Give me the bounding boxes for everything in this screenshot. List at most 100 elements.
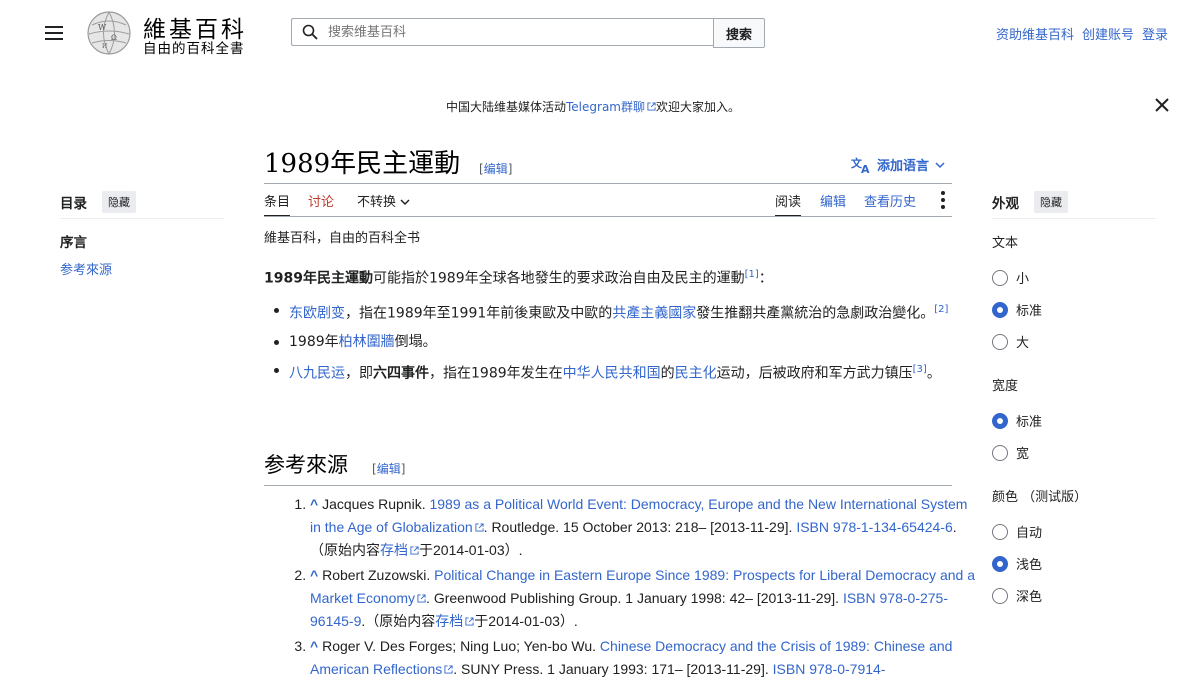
citation-link[interactable]: [2] (934, 304, 948, 315)
ref-author: Roger V. Des Forges; Ning Luo; Yen-bo Wu… (322, 638, 600, 654)
radio-circle[interactable] (992, 587, 1008, 604)
citation-link[interactable]: [3] (913, 364, 927, 375)
reference-item: ^ Jacques Rupnik. 1989 as a Political Wo… (310, 493, 980, 562)
radio-circle-selected[interactable] (992, 412, 1008, 429)
radio-label: 大 (1016, 336, 1030, 351)
radio-width-standard[interactable]: 标准 (992, 411, 1042, 430)
link-89-movement[interactable]: 八九民运 (289, 365, 345, 381)
backlink-caret[interactable]: ^ (310, 638, 318, 654)
title-divider (264, 183, 952, 184)
list-item: 1989年柏林圍牆倒塌。 (270, 330, 954, 354)
references-divider (264, 485, 952, 486)
radio-circle-selected[interactable] (992, 301, 1008, 318)
reference-item: ^ Roger V. Des Forges; Ning Luo; Yen-bo … (310, 635, 980, 681)
item-text: 。 (926, 365, 941, 382)
toc-item-references[interactable]: 参考來源 (60, 259, 112, 278)
close-notice-icon[interactable] (1152, 95, 1172, 115)
citation-link[interactable]: [1] (745, 269, 759, 280)
tab-variant[interactable]: 不转换 (357, 191, 410, 210)
edit-link[interactable]: 编辑 (377, 462, 401, 476)
svg-text:W: W (98, 23, 107, 32)
notice-text: 中国大陆维基媒体活动 (445, 100, 566, 114)
search-input[interactable] (326, 23, 690, 41)
item-text: 倒塌。 (394, 333, 437, 350)
tab-edit[interactable]: 编辑 (820, 191, 846, 210)
ref-archive-date: 于2014-01-03）. (474, 613, 578, 629)
archive-link[interactable]: 存档 (380, 542, 408, 558)
radio-circle[interactable] (992, 333, 1008, 350)
external-link-icon (465, 617, 474, 626)
references-list: ^ Jacques Rupnik. 1989 as a Political Wo… (282, 493, 980, 683)
link-berlin-wall[interactable]: 柏林圍牆 (339, 334, 395, 350)
variant-label: 不转换 (357, 195, 397, 210)
item-text: 的 (660, 365, 675, 382)
link-east-europe[interactable]: 东欧剧变 (289, 306, 345, 322)
reference-item: ^ Robert Zuzowski. Political Change in E… (310, 564, 980, 633)
edit-link[interactable]: 编辑 (484, 162, 508, 176)
item-text: ，指在1989年发生在 (429, 365, 563, 382)
item-text: 1989年 (289, 333, 339, 350)
backlink-caret[interactable]: ^ (310, 496, 318, 512)
donate-link[interactable]: 资助维基百科 (996, 24, 1074, 43)
radio-label: 宽 (1016, 447, 1030, 462)
external-link-icon (444, 665, 453, 674)
radio-color-auto[interactable]: 自动 (992, 522, 1042, 541)
chevron-down-icon (400, 199, 410, 206)
external-link-icon (475, 523, 484, 532)
search-field[interactable] (291, 18, 713, 46)
wikipedia-globe-logo[interactable]: W Ω И (84, 10, 134, 56)
radio-width-wide[interactable]: 宽 (992, 443, 1029, 462)
radio-circle[interactable] (992, 444, 1008, 461)
tabs-divider (264, 216, 952, 217)
tab-history[interactable]: 查看历史 (864, 191, 916, 210)
radio-circle[interactable] (992, 523, 1008, 540)
login-link[interactable]: 登录 (1142, 24, 1168, 43)
toc-hide-button[interactable]: 隐藏 (102, 191, 136, 213)
radio-circle[interactable] (992, 269, 1008, 286)
archive-link[interactable]: 存档 (435, 613, 463, 629)
references-edit-link[interactable]: [编辑] (372, 460, 405, 477)
link-communist-states[interactable]: 共產主義國家 (612, 306, 696, 322)
radio-label: 自动 (1016, 526, 1043, 541)
radio-text-large[interactable]: 大 (992, 332, 1029, 351)
wikipedia-tagline: 自由的百科全書 (143, 41, 245, 57)
toc-item-intro[interactable]: 序言 (60, 231, 87, 251)
appearance-title: 外观 (992, 196, 1019, 212)
ref-archive-text: .（原始内容 (361, 613, 436, 629)
ref-author: Jacques Rupnik. (322, 496, 430, 512)
add-languages-label: 添加语言 (877, 159, 930, 174)
text-size-label: 文本 (992, 236, 1019, 251)
search-button[interactable]: 搜索 (713, 18, 765, 48)
tab-read[interactable]: 阅读 (775, 191, 802, 217)
link-democratization[interactable]: 民主化 (675, 365, 717, 381)
notice-telegram-link[interactable]: Telegram群聊 (566, 100, 645, 114)
link-prc[interactable]: 中华人民共和国 (563, 365, 661, 381)
item-text: 發生推翻共產黨統治的急劇政治變化。 (696, 305, 935, 322)
references-heading: 参考來源 (264, 453, 348, 477)
create-account-link[interactable]: 创建账号 (1082, 24, 1134, 43)
radio-circle-selected[interactable] (992, 555, 1008, 572)
title-edit-link[interactable]: [编辑] (479, 160, 512, 177)
radio-text-standard[interactable]: 标准 (992, 300, 1042, 319)
radio-color-light[interactable]: 浅色 (992, 554, 1042, 573)
appearance-hide-button[interactable]: 隐藏 (1034, 191, 1068, 213)
color-label: 颜色 （测试版） (992, 490, 1088, 505)
backlink-caret[interactable]: ^ (310, 567, 318, 583)
radio-label: 标准 (1016, 415, 1043, 430)
radio-text-small[interactable]: 小 (992, 268, 1029, 287)
tab-article[interactable]: 条目 (264, 191, 291, 217)
lead-paragraph: 1989年民主運動可能指於1989年全球各地發生的要求政治自由及民主的運動[1]… (264, 264, 954, 290)
item-text: ，即 (345, 365, 373, 382)
width-label: 宽度 (992, 379, 1019, 394)
svg-text:И: И (102, 43, 107, 50)
item-bold: 六四事件 (373, 365, 429, 382)
radio-label: 小 (1016, 272, 1030, 287)
isbn-link[interactable]: ISBN 978-1-134-65424-6 (796, 519, 952, 535)
tab-talk[interactable]: 讨论 (308, 191, 334, 210)
radio-label: 深色 (1016, 590, 1043, 605)
svg-text:Ω: Ω (111, 34, 117, 42)
more-actions-icon[interactable] (938, 190, 948, 210)
radio-color-dark[interactable]: 深色 (992, 586, 1042, 605)
add-languages-button[interactable]: 文 A 添加语言 (851, 155, 945, 174)
main-menu-button[interactable] (42, 22, 66, 44)
